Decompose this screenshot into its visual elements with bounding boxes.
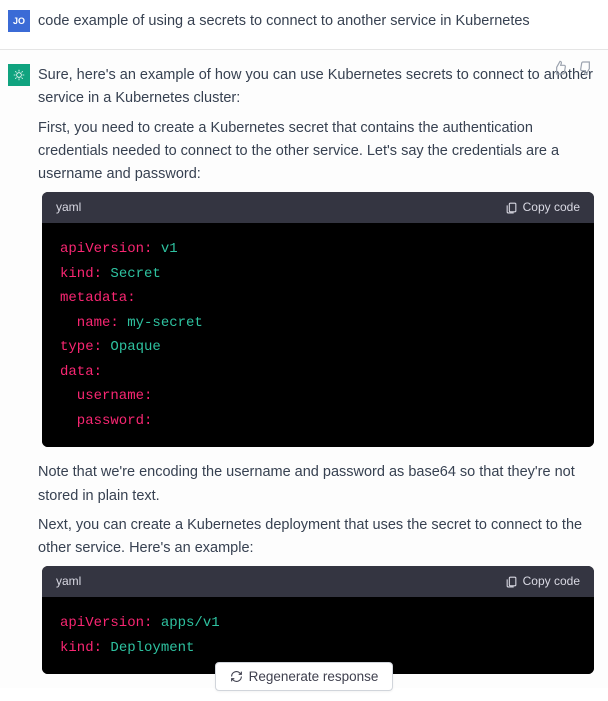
user-message: JO code example of using a secrets to co… [0,0,608,50]
assistant-intro: Sure, here's an example of how you can u… [38,64,594,110]
assistant-step2: Next, you can create a Kubernetes deploy… [38,514,594,560]
refresh-icon [230,670,243,683]
code-lang-label: yaml [56,572,81,591]
clipboard-icon [505,575,518,588]
clipboard-icon [505,201,518,214]
thumbs-down-icon[interactable] [578,60,594,84]
regenerate-label: Regenerate response [249,669,379,684]
copy-code-button[interactable]: Copy code [505,198,580,217]
copy-code-label: Copy code [523,572,580,591]
feedback-buttons [552,60,594,84]
regenerate-button[interactable]: Regenerate response [215,662,394,691]
assistant-avatar [8,64,30,86]
assistant-step1: First, you need to create a Kubernetes s… [38,117,594,187]
copy-code-label: Copy code [523,198,580,217]
code-lang-label: yaml [56,198,81,217]
thumbs-up-icon[interactable] [552,60,568,84]
user-avatar: JO [8,10,30,32]
user-message-text: code example of using a secrets to conne… [38,10,594,33]
code-block-1: yaml Copy code apiVersion: v1 kind: Secr… [42,192,594,447]
assistant-note: Note that we're encoding the username an… [38,461,594,507]
copy-code-button[interactable]: Copy code [505,572,580,591]
code-content-1: apiVersion: v1 kind: Secret metadata: na… [42,223,594,447]
